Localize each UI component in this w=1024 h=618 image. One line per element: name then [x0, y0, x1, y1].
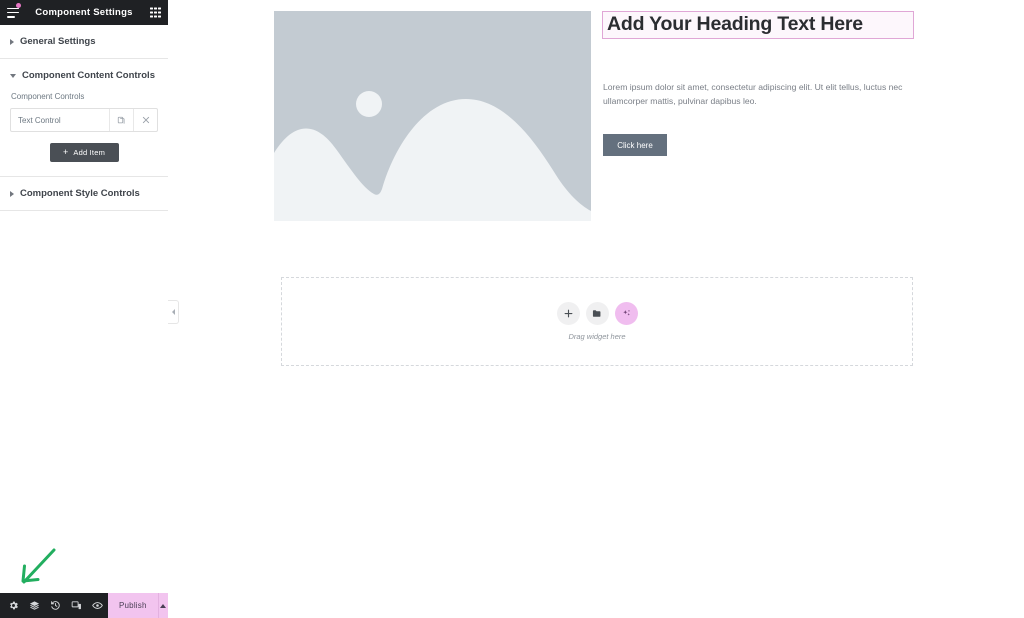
- history-clock-icon[interactable]: [45, 593, 66, 618]
- responsive-device-icon[interactable]: [66, 593, 87, 618]
- image-placeholder[interactable]: [274, 11, 591, 221]
- accordion-header-component-content-controls[interactable]: Component Content Controls: [0, 59, 168, 92]
- add-item-button[interactable]: + Add Item: [49, 143, 119, 162]
- bottom-bar-icons: [0, 593, 108, 618]
- accordion-header-component-style-controls[interactable]: Component Style Controls: [0, 177, 168, 210]
- editor-canvas: Add Your Heading Text Here Lorem ipsum d…: [168, 0, 1024, 618]
- hero-section: Add Your Heading Text Here Lorem ipsum d…: [274, 11, 1017, 221]
- plus-icon: +: [62, 147, 69, 157]
- close-icon[interactable]: [133, 109, 157, 131]
- drop-zone-label: Drag widget here: [568, 332, 626, 341]
- component-settings-panel: Component Settings General Settings Comp…: [0, 0, 169, 618]
- panel-collapse-handle[interactable]: [168, 300, 179, 324]
- publish-button[interactable]: Publish: [108, 593, 158, 618]
- accordion-component-style-controls: Component Style Controls: [0, 177, 168, 211]
- accordion-label-general-settings: General Settings: [20, 36, 96, 47]
- publish-options-toggle[interactable]: [157, 593, 168, 618]
- duplicate-icon[interactable]: [109, 109, 133, 131]
- control-item-row[interactable]: Text Control: [10, 108, 158, 132]
- accordion-general-settings: General Settings: [0, 25, 168, 59]
- notification-dot: [16, 3, 21, 8]
- folder-templates-icon[interactable]: [585, 302, 609, 325]
- mountains-shape: [274, 99, 591, 221]
- add-widget-icon[interactable]: [556, 302, 580, 325]
- accordion-label-component-style-controls: Component Style Controls: [20, 188, 140, 199]
- preview-eye-icon[interactable]: [87, 593, 108, 618]
- cta-button[interactable]: Click here: [603, 134, 667, 157]
- editor-bottom-bar: Publish: [0, 593, 168, 618]
- hero-text-column: Add Your Heading Text Here Lorem ipsum d…: [591, 11, 1017, 221]
- panel-header: Component Settings: [0, 0, 168, 25]
- accordion-component-content-controls: Component Content Controls Component Con…: [0, 59, 168, 177]
- hamburger-menu-icon[interactable]: [7, 7, 19, 18]
- accordion-label-component-content-controls: Component Content Controls: [22, 70, 155, 81]
- drop-zone-buttons: [556, 302, 638, 325]
- body-text-widget[interactable]: Lorem ipsum dolor sit amet, consectetur …: [603, 80, 903, 108]
- heading-widget[interactable]: Add Your Heading Text Here: [602, 11, 914, 40]
- layers-navigator-icon[interactable]: [24, 593, 45, 618]
- widget-drop-zone[interactable]: Drag widget here: [281, 277, 913, 366]
- chevron-down-icon: [10, 73, 16, 78]
- accordion-body-component-content-controls: Component Controls Text Control + Add It…: [0, 92, 168, 176]
- accordion-header-general-settings[interactable]: General Settings: [0, 25, 168, 58]
- ai-sparkles-icon[interactable]: [614, 302, 638, 325]
- add-item-label: Add Item: [73, 148, 106, 157]
- chevron-left-icon: [171, 309, 175, 315]
- chevron-right-icon: [10, 38, 14, 45]
- grid-apps-icon[interactable]: [150, 7, 161, 18]
- panel-title: Component Settings: [35, 7, 133, 18]
- control-item-label[interactable]: Text Control: [11, 109, 109, 131]
- settings-gear-icon[interactable]: [3, 593, 24, 618]
- field-label-component-controls: Component Controls: [11, 92, 85, 101]
- page-title: Add Your Heading Text Here: [607, 13, 863, 35]
- chevron-up-icon: [160, 603, 167, 608]
- chevron-right-icon: [10, 190, 14, 197]
